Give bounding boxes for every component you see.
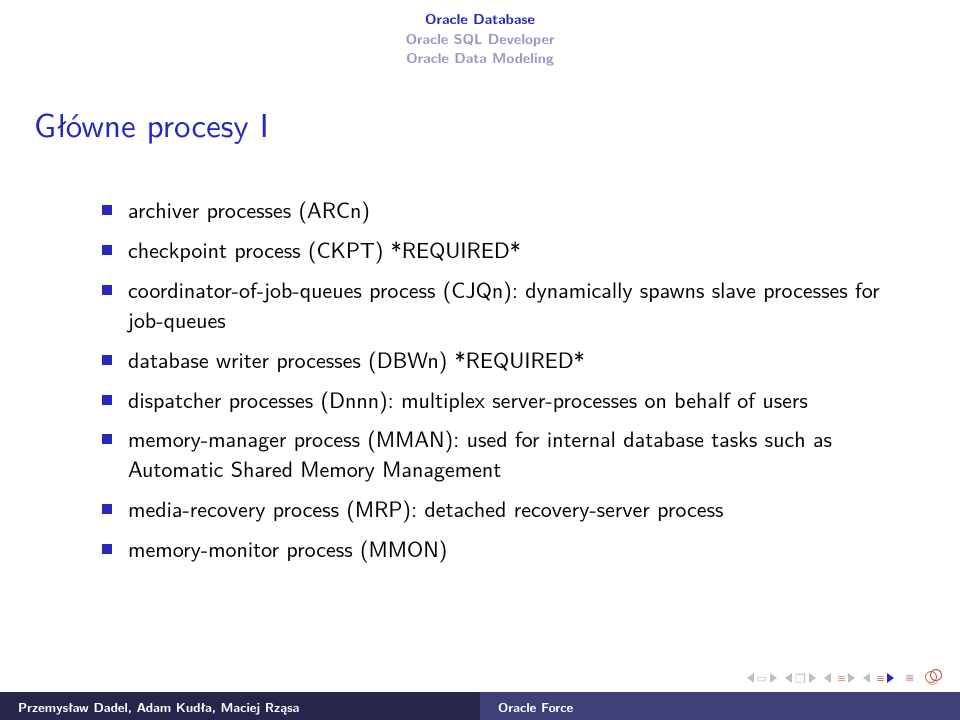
nav-frame-back[interactable]: ▭ bbox=[747, 670, 777, 686]
bullet-text: checkpoint process (CKPT) *REQUIRED* bbox=[128, 233, 521, 265]
bullet-text: archiver processes (ARCn) bbox=[128, 193, 370, 225]
breadcrumb-section-active[interactable]: Oracle Database bbox=[0, 10, 960, 30]
triangle-left-icon bbox=[863, 673, 870, 683]
footer-authors: Przemysław Dadel, Adam Kudła, Maciej Rzą… bbox=[0, 692, 480, 720]
frame-icon: ▭ bbox=[757, 670, 767, 686]
triangle-right-icon bbox=[809, 673, 816, 683]
footer-title: Oracle Force bbox=[480, 692, 960, 720]
slide-content: archiver processes (ARCn) checkpoint pro… bbox=[100, 195, 900, 574]
bullet-text: database writer processes (DBWn) *REQUIR… bbox=[128, 343, 585, 375]
triangle-right-icon bbox=[770, 673, 777, 683]
bullet-text: dispatcher processes (Dnnn): multiplex s… bbox=[128, 383, 808, 415]
triangle-left-icon bbox=[824, 673, 831, 683]
triangle-left-icon bbox=[747, 673, 754, 683]
footer: Przemysław Dadel, Adam Kudła, Maciej Rzą… bbox=[0, 692, 960, 720]
bullet-text: memory-monitor process (MMON) bbox=[128, 532, 447, 564]
bullet-text: memory-manager process (MMAN): used for … bbox=[128, 422, 832, 484]
breadcrumb-section-inactive-1[interactable]: Oracle SQL Developer bbox=[0, 30, 960, 50]
menu-lines-icon: ≡ bbox=[838, 668, 845, 688]
section-icon: ❐ bbox=[795, 669, 806, 687]
list-item: dispatcher processes (Dnnn): multiplex s… bbox=[100, 385, 900, 415]
triangle-left-icon bbox=[785, 673, 792, 683]
list-item: memory-monitor process (MMON) bbox=[100, 534, 900, 564]
breadcrumb-section-inactive-2[interactable]: Oracle Data Modeling bbox=[0, 49, 960, 69]
list-item: archiver processes (ARCn) bbox=[100, 195, 900, 225]
list-item: database writer processes (DBWn) *REQUIR… bbox=[100, 345, 900, 375]
page-title: Główne procesy I bbox=[34, 100, 269, 148]
nav-subsection-back[interactable]: ≡ bbox=[824, 668, 855, 688]
menu-lines-icon: ≡ bbox=[877, 668, 884, 688]
bullet-text: coordinator-of-job-queues process (CJQn)… bbox=[128, 273, 880, 335]
list-item: memory-manager process (MMAN): used for … bbox=[100, 424, 900, 484]
breadcrumb: Oracle Database Oracle SQL Developer Ora… bbox=[0, 10, 960, 69]
nav-section-back[interactable]: ❐ bbox=[785, 669, 816, 687]
menu-lines-icon[interactable]: ≡ bbox=[906, 667, 913, 688]
nav-slide-back[interactable]: ≡ bbox=[863, 668, 894, 688]
triangle-right-icon bbox=[848, 673, 855, 683]
bullet-text: media-recovery process (MRP): detached r… bbox=[128, 492, 723, 524]
nav-loop-icon[interactable] bbox=[925, 669, 942, 686]
list-item: checkpoint process (CKPT) *REQUIRED* bbox=[100, 235, 900, 265]
beamer-nav: ▭ ❐ ≡ ≡ ≡ bbox=[747, 667, 942, 688]
list-item: media-recovery process (MRP): detached r… bbox=[100, 494, 900, 524]
list-item: coordinator-of-job-queues process (CJQn)… bbox=[100, 275, 900, 335]
triangle-right-icon bbox=[887, 673, 894, 683]
